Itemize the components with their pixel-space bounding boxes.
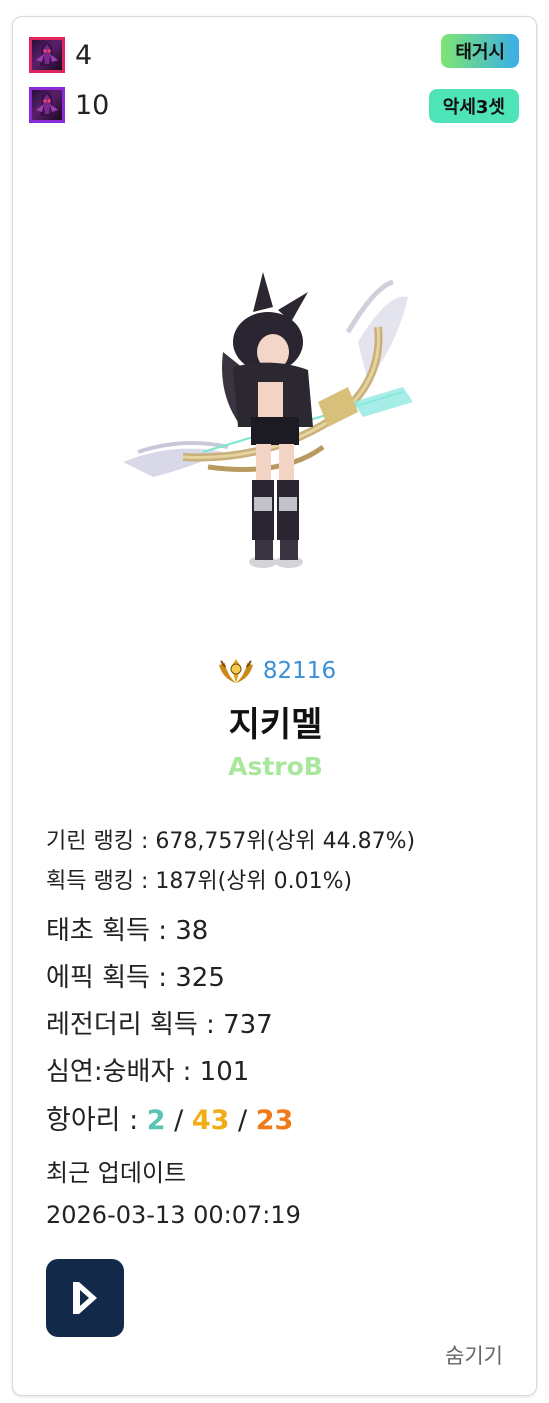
tag-badge: 악세3셋 [428,89,519,123]
kirin-ranking: 기린 랭킹 : 678,757위(상위 44.87%) [46,829,416,854]
character-class: AstroB [228,752,323,781]
jar-label: 항아리 : [46,1105,147,1136]
jar-value-3: 23 [255,1105,294,1136]
update-time: 2026-03-13 00:07:19 [46,1201,301,1229]
hide-button[interactable]: 숨기기 [445,1340,503,1370]
jar-value-2: 43 [191,1105,230,1136]
fame-laurel-icon [218,659,253,683]
tag-badge: 태거시 [441,34,519,68]
jar-value-1: 2 [146,1105,166,1136]
character-name: 지키멜 [228,705,323,745]
dundam-app-button[interactable] [46,1259,124,1337]
dundam-logo-icon [73,1282,97,1314]
character-card: 4 10 태거시 악세3셋 82116 지키멜 AstroB 기린 랭킹: 6… [12,16,537,1396]
update-label: 최근 업데이트 [46,1159,187,1187]
item-count: 10 [75,89,110,121]
item-purple-icon [29,87,65,123]
item-row-red: 4 [29,35,92,75]
item-red-icon [29,37,65,73]
jar-stats: 항아리 : 2 / 43 / 23 [46,1096,516,1146]
fame-line: 82116 [13,655,538,687]
legendary-count: 레전더리 획득 : 737 [46,1010,273,1040]
epic-count: 에픽 획득 : 325 [46,963,225,993]
primeval-count: 태초 획득 : 38 [46,916,209,946]
acquire-ranking: 획득 랭킹 : 187위(상위 0.01%) [46,869,353,894]
fame-value: 82116 [262,658,337,684]
jar-separator: / [165,1105,192,1136]
stats-section: 기린 랭킹 : 678,757위(상위 44.87%) 획득 랭킹 : 187위… [46,822,516,1236]
abyss-count: 심연:숭배자 : 101 [46,1057,250,1087]
item-row-purple: 10 [29,85,109,125]
jar-separator: / [229,1105,256,1136]
character-sprite [123,272,413,568]
item-count: 4 [75,39,93,71]
